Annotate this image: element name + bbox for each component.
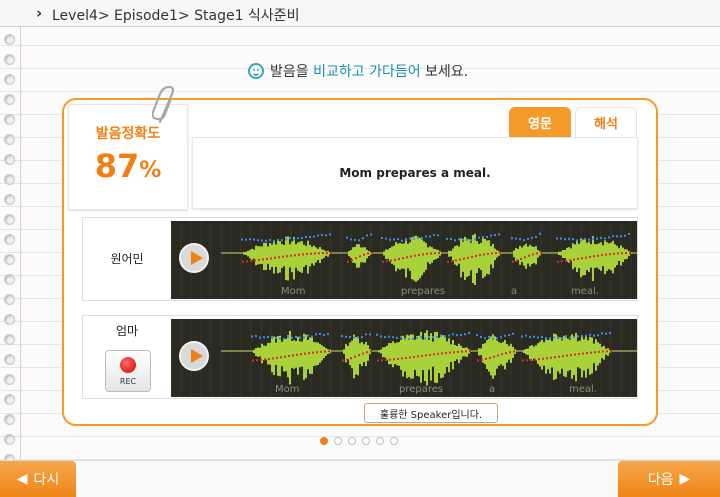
accuracy-label: 발음정확도: [95, 126, 161, 142]
notebook-hole: [4, 34, 15, 45]
notebook-hole: [4, 234, 15, 245]
notebook-hole: [4, 214, 15, 225]
native-word: meal.: [571, 286, 599, 297]
next-label: 다음: [647, 472, 674, 488]
pagination-dots: [320, 437, 398, 445]
notebook-hole: [4, 274, 15, 285]
record-icon: [120, 357, 136, 373]
page-dot[interactable]: [348, 437, 356, 445]
breadcrumb: Level4> Episode1> Stage1 식사준비: [52, 8, 300, 24]
page-dot[interactable]: [376, 437, 384, 445]
native-play-button[interactable]: [179, 243, 209, 273]
notebook-holes: [0, 0, 20, 465]
instruction-text: 발음을 비교하고 가다듬어 보세요.: [270, 64, 469, 80]
sentence-text: Mom prepares a meal.: [192, 137, 638, 209]
notebook-hole: [4, 74, 15, 85]
notebook-hole: [4, 314, 15, 325]
native-word: Mom: [281, 286, 306, 297]
record-button[interactable]: REC: [105, 350, 151, 392]
tab-english[interactable]: 영문: [509, 107, 571, 137]
notebook-hole: [4, 334, 15, 345]
user-word: Mom: [275, 384, 300, 395]
chevron-right-icon[interactable]: ›: [36, 4, 42, 22]
notebook-hole: [4, 54, 15, 65]
native-word: a: [511, 286, 518, 297]
notebook-hole: [4, 134, 15, 145]
notebook-hole: [4, 394, 15, 405]
native-word: prepares: [401, 286, 446, 297]
native-speaker-row: 원어민 Mom prepares a meal.: [82, 217, 638, 301]
notebook-hole: [4, 114, 15, 125]
retry-label: 다시: [33, 472, 60, 488]
page-dot[interactable]: [362, 437, 370, 445]
notebook-hole: [4, 154, 15, 165]
user-word: meal.: [569, 384, 597, 395]
instruction: 발음을 비교하고 가다듬어 보세요.: [248, 60, 468, 82]
notebook-hole: [4, 194, 15, 205]
notebook-hole: [4, 94, 15, 105]
page-dot[interactable]: [334, 437, 342, 445]
chevron-right-icon: ▶: [679, 471, 691, 487]
notebook-hole: [4, 174, 15, 185]
next-button[interactable]: 다음 ▶: [618, 461, 720, 497]
margin-line: [20, 0, 21, 460]
notebook-hole: [4, 434, 15, 445]
smiley-icon: [248, 63, 264, 79]
notebook-hole: [4, 374, 15, 385]
user-word: a: [489, 384, 496, 395]
accuracy-value: 87%: [94, 147, 162, 185]
notebook-hole: [4, 414, 15, 425]
user-label: 엄마: [115, 324, 139, 338]
native-speaker-label: 원어민: [110, 252, 144, 266]
header-bar: › Level4> Episode1> Stage1 식사준비: [0, 0, 720, 27]
user-waveform: Mom prepares a meal.: [171, 319, 637, 397]
page-dot[interactable]: [390, 437, 398, 445]
retry-button[interactable]: ◀ 다시: [0, 461, 76, 497]
user-row: 엄마 REC Mom prepares a meal.: [82, 315, 638, 399]
notebook-hole: [4, 254, 15, 265]
record-label: REC: [119, 377, 137, 386]
page-dot[interactable]: [320, 437, 328, 445]
paperclip-icon: [152, 86, 175, 124]
feedback-message: 훌륭한 Speaker입니다.: [364, 403, 498, 423]
tab-translation[interactable]: 해석: [575, 107, 637, 137]
user-word: prepares: [399, 384, 444, 395]
notebook-hole: [4, 294, 15, 305]
bottom-bar: ◀ 다시 다음 ▶: [0, 460, 720, 497]
native-waveform: Mom prepares a meal.: [171, 221, 637, 299]
user-play-button[interactable]: [179, 341, 209, 371]
notebook-hole: [4, 354, 15, 365]
chevron-left-icon: ◀: [16, 471, 28, 487]
